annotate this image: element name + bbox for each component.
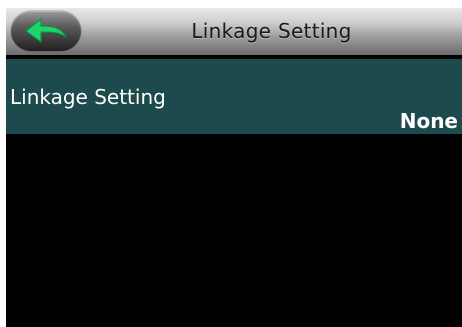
setting-value: None: [399, 109, 458, 133]
device-screen: Linkage Setting Linkage Setting None: [6, 8, 462, 327]
setting-row-linkage[interactable]: Linkage Setting None: [6, 59, 462, 134]
setting-label: Linkage Setting: [10, 85, 166, 109]
back-button[interactable]: [11, 11, 81, 51]
back-arrow-icon: [25, 17, 68, 43]
title-bar: Linkage Setting: [6, 8, 462, 55]
page-title: Linkage Setting: [191, 19, 352, 43]
